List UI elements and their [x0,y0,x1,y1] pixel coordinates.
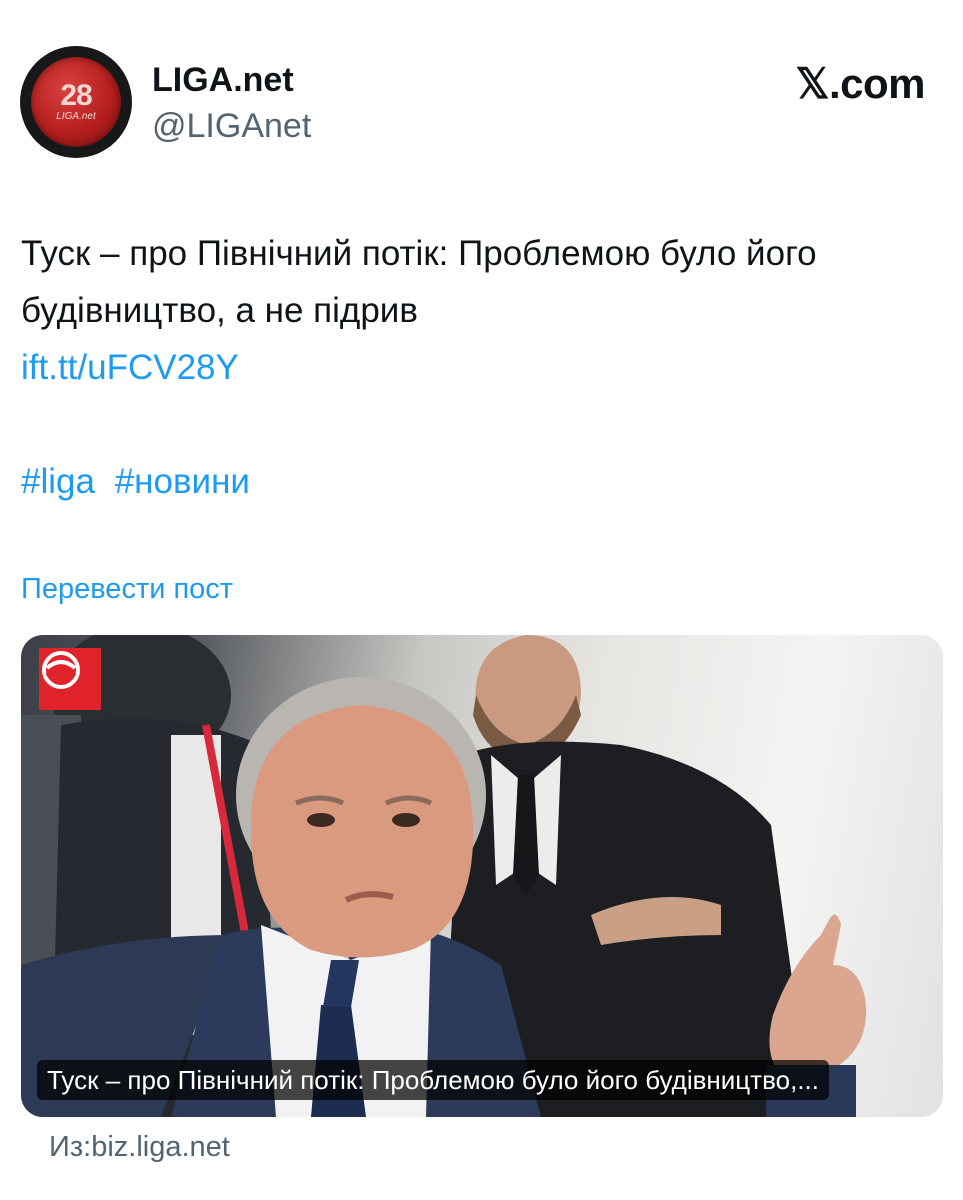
author-display-name[interactable]: LIGA.net [152,60,294,100]
translate-post-link[interactable]: Перевести пост [21,570,233,608]
hashtag-novyny[interactable]: #новини [115,462,250,501]
liga-logo-icon [39,648,101,710]
card-caption: Туск – про Північний потік: Проблемою бу… [37,1060,829,1100]
hashtag-liga[interactable]: #liga [21,462,95,501]
link-preview-card[interactable]: Туск – про Північний потік: Проблемою бу… [21,635,943,1117]
avatar-caption: LIGA.net [56,111,96,122]
avatar[interactable]: 28 LIGA.net [20,46,132,158]
hashtags: #liga #новини [21,453,260,510]
avatar-number: 28 [60,79,92,112]
x-com-brand: 𝕏.com [795,60,926,107]
author-handle[interactable]: @LIGAnet [152,106,311,146]
tweet-text: Туск – про Північний потік: Проблемою бу… [21,234,817,330]
card-source-domain[interactable]: Из:biz.liga.net [49,1128,230,1166]
card-photo [21,635,867,1117]
liga-avatar-seal: 28 LIGA.net [31,57,121,147]
tweet-link[interactable]: ift.tt/uFCV28Y [21,339,239,396]
